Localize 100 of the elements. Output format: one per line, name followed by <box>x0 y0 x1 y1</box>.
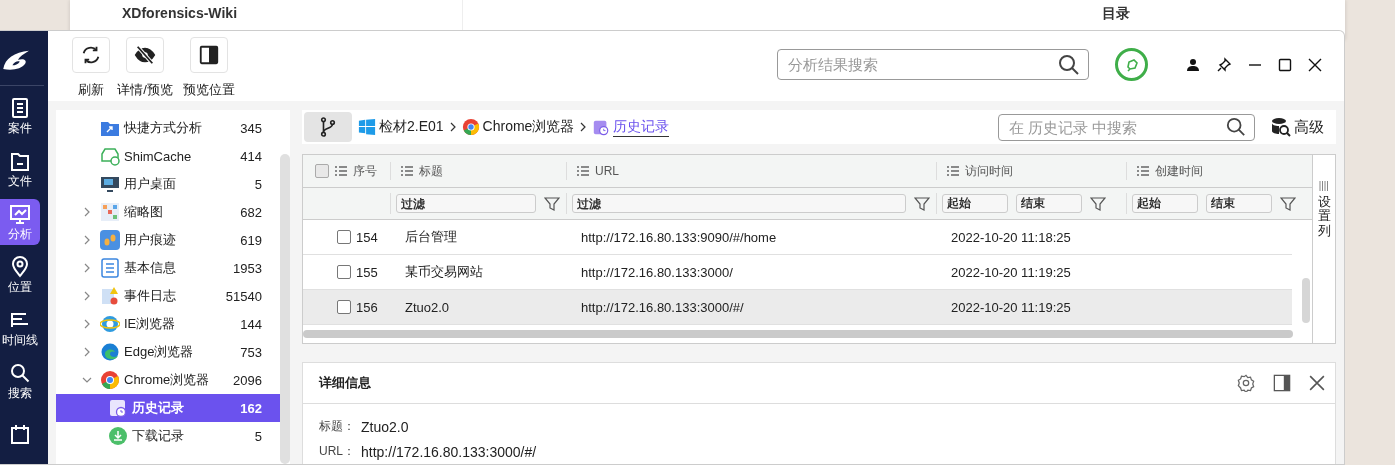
table-cell: 2022-10-20 11:18:25 <box>951 229 1071 245</box>
tree-item[interactable]: 基本信息 1953 <box>56 254 280 282</box>
tree-item[interactable]: IE浏览器 144 <box>56 310 280 338</box>
user-icon[interactable] <box>1186 57 1200 72</box>
nav-item[interactable]: 分析 <box>0 199 40 246</box>
tree-item[interactable]: Edge浏览器 753 <box>56 338 280 366</box>
settings-icon[interactable] <box>1237 374 1255 392</box>
breadcrumb-item[interactable]: 历史记录 <box>592 117 670 137</box>
branch-button[interactable] <box>304 112 352 142</box>
chevron-icon <box>82 207 92 217</box>
tree-item[interactable]: 用户痕迹 619 <box>56 226 280 254</box>
table-cell: http://172.16.80.133:3000/#/ <box>581 299 744 315</box>
nav-item[interactable]: 案件 <box>0 93 40 140</box>
table-cell: 156 <box>356 299 378 315</box>
advanced-search-button[interactable]: 高级 <box>1255 117 1336 137</box>
document-icon <box>9 97 31 120</box>
log-warning-icon <box>100 286 120 306</box>
chevron-icon <box>82 319 92 329</box>
close-icon[interactable] <box>1308 57 1322 72</box>
checkbox[interactable] <box>315 164 329 178</box>
table-cell: 155 <box>356 264 378 280</box>
grid-icon <box>100 202 120 222</box>
tree-item[interactable]: 快捷方式分析 345 <box>56 114 280 142</box>
table-cell: 某币交易网站 <box>405 263 483 281</box>
history-icon <box>592 118 611 136</box>
list-icon <box>947 166 959 176</box>
table-cell: http://172.16.80.133:3000/ <box>581 264 733 280</box>
eye-slash-icon <box>134 44 156 66</box>
close-icon[interactable] <box>1309 375 1325 391</box>
end-date-field[interactable]: 结束 <box>1206 194 1272 213</box>
nav-item[interactable]: 位置 <box>0 252 40 299</box>
panel-icon <box>198 44 220 66</box>
scrollbar[interactable] <box>280 154 290 464</box>
tree-item[interactable]: Chrome浏览器 2096 <box>56 366 280 394</box>
tree-item[interactable]: 历史记录 162 <box>56 394 280 422</box>
tree-item[interactable]: 用户桌面 5 <box>56 170 280 198</box>
search-icon <box>1058 53 1080 76</box>
toc-heading: 目录 <box>1102 4 1130 23</box>
history-icon <box>108 398 128 418</box>
breadcrumb-item[interactable]: 检材2.E01 <box>358 118 444 136</box>
panel-icon[interactable] <box>1273 374 1291 392</box>
filter-icon[interactable] <box>1090 195 1106 212</box>
list-icon <box>100 258 120 278</box>
end-date-field[interactable]: 结束 <box>1016 194 1082 213</box>
chevron-icon <box>82 291 92 301</box>
search-field[interactable]: 在 历史记录 中搜索 <box>998 113 1255 141</box>
database-search-icon <box>1271 117 1291 137</box>
start-date-field[interactable]: 起始 <box>1132 194 1198 213</box>
pin-icon[interactable] <box>1216 56 1232 73</box>
search-icon <box>9 361 31 384</box>
branch-icon <box>319 116 337 138</box>
browser-icon <box>100 342 120 362</box>
column-header[interactable]: 序号 <box>303 162 391 180</box>
table-cell: http://172.16.80.133:9090/#/home <box>581 229 777 245</box>
checkbox[interactable] <box>337 230 351 244</box>
column-header[interactable]: 创建时间 <box>1127 162 1313 180</box>
chevron-icon <box>82 235 92 245</box>
table-cell: 154 <box>356 229 378 245</box>
column-header[interactable]: 访问时间 <box>937 162 1127 180</box>
column-header[interactable]: URL <box>567 162 937 180</box>
chevron-icon <box>579 122 588 132</box>
list-icon <box>335 166 347 176</box>
search-field[interactable]: 分析结果搜索 <box>777 49 1089 80</box>
table-row[interactable]: 154 后台管理 http://172.16.80.133:9090/#/home 2022-10-20 11:18:25 <box>303 220 1292 255</box>
filter-icon[interactable] <box>1280 195 1296 212</box>
tray-icon <box>100 146 120 166</box>
field-value: http://172.16.80.133:3000/#/ <box>361 443 537 460</box>
monitor-icon <box>100 174 120 194</box>
scrollbar[interactable] <box>303 330 1293 338</box>
windows-icon <box>358 118 376 136</box>
column-header[interactable]: 标题 <box>391 162 567 180</box>
site-title: XDforensics-Wiki <box>122 4 238 22</box>
tree-item[interactable]: 事件日志 51540 <box>56 282 280 310</box>
panel-title: 详细信息 <box>319 374 371 392</box>
download-icon <box>108 426 128 446</box>
breadcrumb-item[interactable]: Chrome浏览器 <box>461 118 575 136</box>
start-date-field[interactable]: 起始 <box>942 194 1008 213</box>
grip-icon <box>1319 181 1329 191</box>
toolbar-button[interactable]: 预览位置 <box>178 37 240 99</box>
filter-icon[interactable] <box>914 195 930 212</box>
toolbar-button[interactable]: 详情/预览 <box>114 37 176 99</box>
table-row[interactable]: 156 Ztuo2.0 http://172.16.80.133:3000/#/ 2022-10-20 11:19:25 <box>303 290 1292 325</box>
nav-item[interactable]: 时间线 <box>0 305 40 352</box>
field-label: 标题： <box>319 418 355 435</box>
filter-icon[interactable] <box>544 195 560 212</box>
table-cell: 后台管理 <box>405 228 457 246</box>
maximize-icon[interactable] <box>1278 57 1292 72</box>
nav-item[interactable]: 搜索 <box>0 358 40 405</box>
tree-item[interactable]: 缩略图 682 <box>56 198 280 226</box>
nav-item[interactable]: 文件 <box>0 146 40 193</box>
filter-field[interactable]: 过滤 <box>396 194 536 213</box>
field-label: URL： <box>319 443 355 460</box>
notification-button[interactable] <box>1115 48 1148 81</box>
checkbox[interactable] <box>337 300 351 314</box>
tree-item[interactable]: 下载记录 5 <box>56 422 280 450</box>
column-settings-button[interactable]: 设置列 <box>1312 155 1335 343</box>
filter-field[interactable]: 过滤 <box>572 194 906 213</box>
scrollbar[interactable] <box>1302 278 1310 323</box>
tree-item[interactable]: ShimCache 414 <box>56 142 280 170</box>
checkbox[interactable] <box>337 265 351 279</box>
